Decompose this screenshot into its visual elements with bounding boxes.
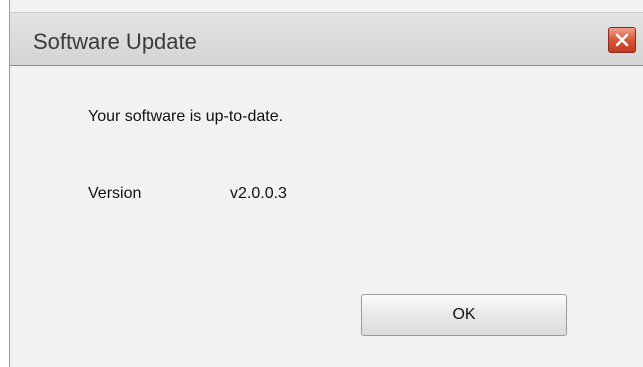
version-value: v2.0.0.3 [230,185,287,202]
software-update-dialog: Software Update Your software is up-to-d… [9,0,643,367]
close-button[interactable] [608,27,636,53]
dialog-titlebar[interactable]: Software Update [10,12,643,66]
ok-button[interactable]: OK [361,294,567,336]
close-icon [615,33,629,47]
version-label: Version [88,185,142,202]
status-message: Your software is up-to-date. [88,108,284,125]
dialog-title: Software Update [33,29,197,54]
